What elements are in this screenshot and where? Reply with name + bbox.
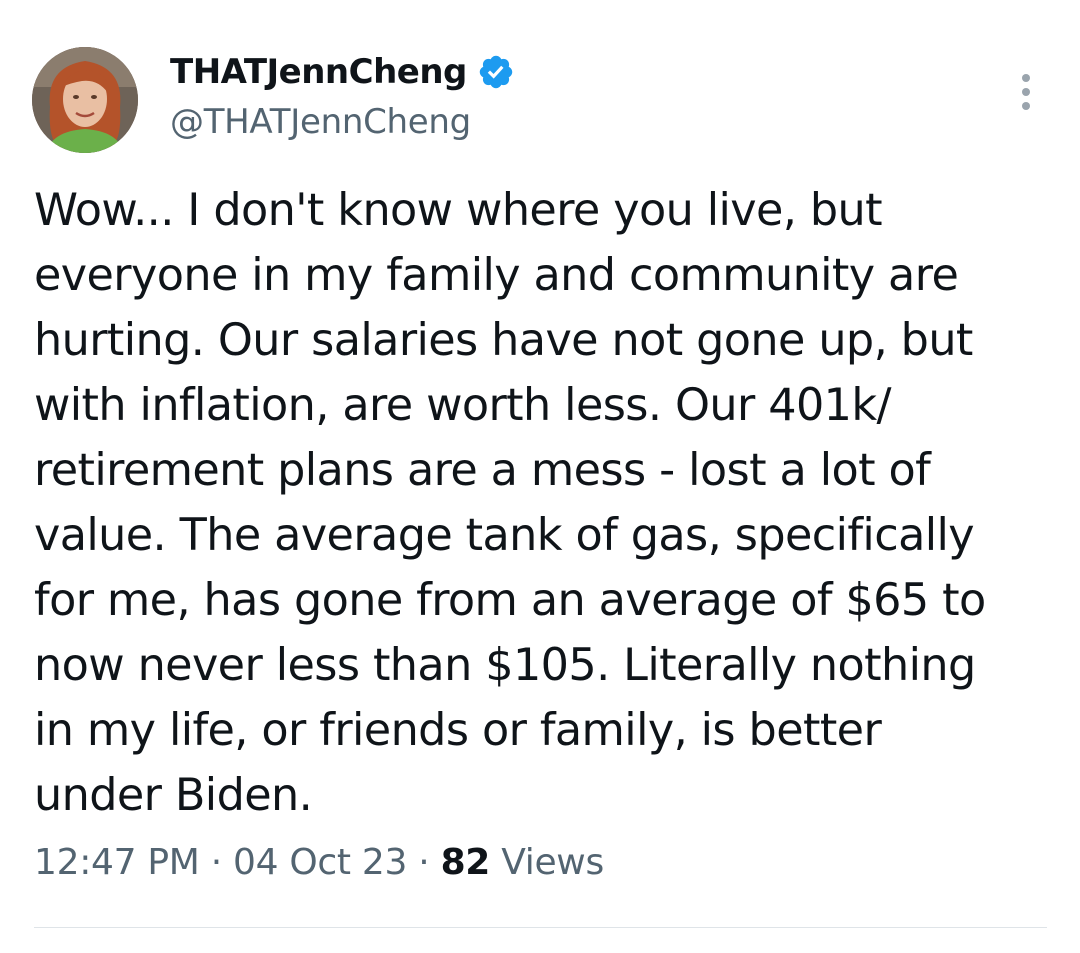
tweet-meta: 12:47 PM · 04 Oct 23 · 82 Views bbox=[34, 842, 604, 883]
more-options-icon[interactable] bbox=[1012, 70, 1040, 114]
tweet-detail: THATJennCheng @THATJennCheng Wow... I do… bbox=[0, 0, 1080, 953]
author-name-row[interactable]: THATJennCheng bbox=[170, 52, 515, 92]
divider bbox=[34, 927, 1047, 928]
avatar[interactable] bbox=[32, 47, 138, 153]
avatar-image bbox=[32, 47, 138, 153]
meta-separator: · bbox=[210, 842, 222, 883]
author-handle[interactable]: @THATJennCheng bbox=[170, 102, 471, 142]
display-name[interactable]: THATJennCheng bbox=[170, 52, 467, 92]
meta-separator: · bbox=[418, 842, 430, 883]
tweet-date[interactable]: 04 Oct 23 bbox=[233, 842, 407, 883]
tweet-time[interactable]: 12:47 PM bbox=[34, 842, 200, 883]
views-label: Views bbox=[501, 842, 604, 883]
tweet-text: Wow... I don't know where you live, but … bbox=[34, 185, 986, 821]
verified-badge-icon[interactable] bbox=[477, 53, 515, 91]
views-count: 82 bbox=[440, 842, 491, 883]
